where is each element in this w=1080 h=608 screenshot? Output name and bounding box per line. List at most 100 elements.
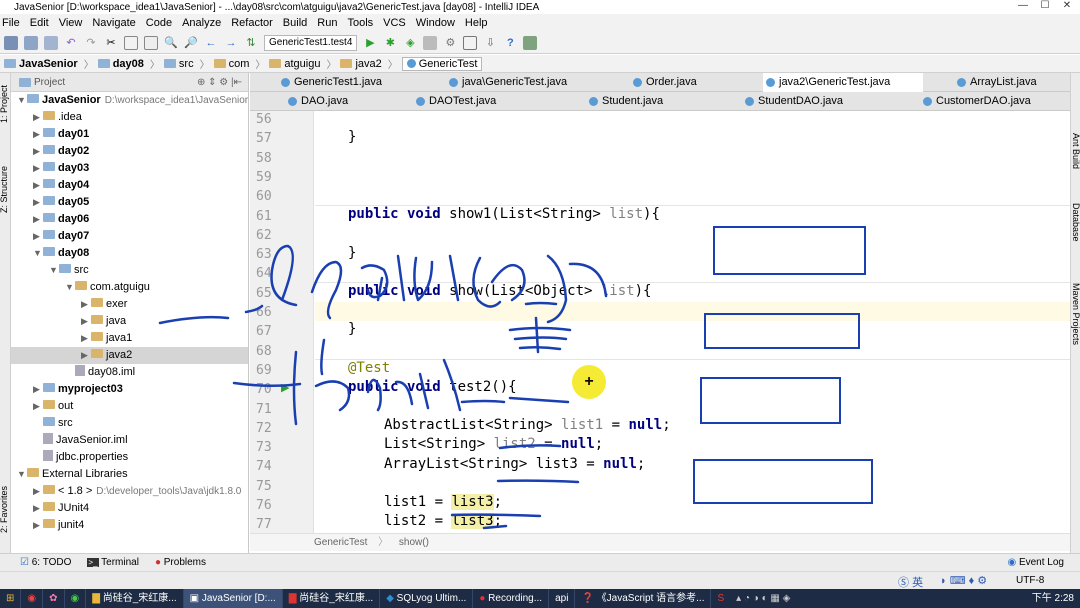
chevron-right-icon[interactable]: ▶ <box>33 143 43 160</box>
chevron-down-icon[interactable]: ▼ <box>49 262 59 279</box>
chevron-right-icon[interactable]: ▶ <box>33 177 43 194</box>
sogou-icon[interactable]: S <box>711 589 730 608</box>
tree-item[interactable]: ▶ day04 <box>11 177 248 194</box>
chevron-right-icon[interactable]: ▶ <box>33 381 43 398</box>
chevron-right-icon[interactable]: ▶ <box>81 313 91 330</box>
crumb-atguigu[interactable]: atguigu 〉 <box>269 56 336 71</box>
tree-item[interactable]: ▶ java2 <box>11 347 248 364</box>
menu-navigate[interactable]: Navigate <box>92 17 135 29</box>
menu-tools[interactable]: Tools <box>347 17 373 29</box>
close-button[interactable]: ✕ <box>1056 0 1078 12</box>
chevron-right-icon[interactable]: ▶ <box>33 228 43 245</box>
tree-item[interactable]: ▶ junit4 <box>11 517 248 534</box>
chevron-right-icon[interactable]: ▶ <box>33 398 43 415</box>
maven-projects-tab[interactable]: Maven Projects <box>1071 283 1080 345</box>
menu-view[interactable]: View <box>59 17 83 29</box>
menu-code[interactable]: Code <box>146 17 172 29</box>
browser-icon[interactable]: ✿ <box>43 589 65 608</box>
crumb-src[interactable]: src 〉 <box>163 56 210 71</box>
sync-icon[interactable] <box>24 35 38 50</box>
task-video-1[interactable]: ▇ 尚硅谷_宋红康... <box>86 589 184 608</box>
crumb-com[interactable]: com 〉 <box>213 56 265 71</box>
stop-icon[interactable] <box>423 35 438 50</box>
minimize-button[interactable]: — <box>1012 0 1034 12</box>
tray-icons[interactable]: ▴ ◔ ◑ ◐ ▦ ◈ <box>730 589 796 608</box>
chrome-alt-icon[interactable]: ◉ <box>65 589 87 608</box>
menu-refactor[interactable]: Refactor <box>231 17 273 29</box>
debug-icon[interactable]: ✱ <box>383 36 397 50</box>
tree-item[interactable]: ▶ day07 <box>11 228 248 245</box>
tree-item[interactable]: ▶ out <box>11 398 248 415</box>
panel-settings-icon[interactable]: ⊕ ⇕ ⚙ |⇤ <box>197 77 242 88</box>
menu-window[interactable]: Window <box>416 17 455 29</box>
tree-item[interactable]: ▶ day06 <box>11 211 248 228</box>
project-structure-icon[interactable] <box>463 35 478 50</box>
chevron-right-icon[interactable]: ▶ <box>33 126 43 143</box>
task-intellij[interactable]: ▣ JavaSenior [D:... <box>183 589 283 608</box>
tree-item[interactable]: ▶ myproject03 <box>11 381 248 398</box>
tree-item[interactable]: ▶ exer <box>11 296 248 313</box>
forward-icon[interactable]: → <box>224 36 238 50</box>
crumb-class-name[interactable]: GenericTest <box>314 537 367 548</box>
encoding-indicator[interactable]: UTF-8 <box>1016 575 1044 586</box>
tab-dao[interactable]: DAO.java <box>285 92 405 111</box>
chevron-down-icon[interactable]: ▼ <box>33 245 43 262</box>
project-tool-tab[interactable]: 1: Project <box>0 85 9 123</box>
run-icon[interactable]: ▶ <box>363 36 377 50</box>
save-all-icon[interactable] <box>4 35 18 50</box>
tree-item[interactable]: ▶ day01 <box>11 126 248 143</box>
chevron-right-icon[interactable]: ▶ <box>81 347 91 364</box>
terminal-tool-button[interactable]: >_ Terminal <box>87 557 139 568</box>
crumb-class[interactable]: GenericTest <box>401 56 483 71</box>
undo-icon[interactable]: ↶ <box>64 36 78 50</box>
tree-item[interactable]: ▼ JavaSenior D:\workspace_idea1\JavaSenior <box>11 92 248 109</box>
tree-item[interactable]: ▼ day08 <box>11 245 248 262</box>
chevron-down-icon[interactable]: ▼ <box>17 92 27 109</box>
chevron-right-icon[interactable]: ▶ <box>81 330 91 347</box>
run-config-select[interactable]: GenericTest1.test4 <box>264 34 358 51</box>
tab-order[interactable]: Order.java <box>630 73 740 92</box>
problems-tool-button[interactable]: ● Problems <box>155 557 206 568</box>
plugin-icon[interactable] <box>523 35 538 50</box>
tree-item[interactable]: ▼ com.atguigu <box>11 279 248 296</box>
copy-icon[interactable] <box>124 35 138 50</box>
tab-java2-generictest[interactable]: java2\GenericTest.java <box>763 73 923 92</box>
tree-item[interactable]: ▶ .idea <box>11 109 248 126</box>
todo-tool-button[interactable]: ☑ 6: TODO <box>20 557 71 568</box>
refresh-icon[interactable] <box>44 35 58 50</box>
redo-icon[interactable]: ↷ <box>84 36 98 50</box>
tree-item[interactable]: ▶ java1 <box>11 330 248 347</box>
task-api[interactable]: api <box>549 589 576 608</box>
chevron-down-icon[interactable]: ▼ <box>17 466 27 483</box>
start-button[interactable]: ⊞ <box>0 589 22 608</box>
ime-indicator[interactable]: Ⓢ 英 <box>898 574 923 590</box>
find-icon[interactable]: 🔍 <box>164 36 178 50</box>
replace-icon[interactable]: 🔎 <box>184 36 198 50</box>
tree-item[interactable]: src <box>11 415 248 432</box>
crumb-project[interactable]: JavaSenior 〉 <box>4 56 94 71</box>
ime-tools-icon[interactable]: ◗ ⌨ ♦ ⚙ <box>940 574 987 587</box>
run-test-gutter-icon[interactable]: ▶ <box>281 381 289 394</box>
structure-tool-tab[interactable]: Z: Structure <box>0 166 9 213</box>
chevron-right-icon[interactable]: ▶ <box>33 160 43 177</box>
clock[interactable]: 下午 2:28 <box>1026 589 1080 608</box>
tab-java-generictest[interactable]: java\GenericTest.java <box>446 73 606 92</box>
menu-vcs[interactable]: VCS <box>383 17 406 29</box>
database-tab[interactable]: Database <box>1071 203 1080 242</box>
menu-analyze[interactable]: Analyze <box>182 17 221 29</box>
chevron-right-icon[interactable]: ▶ <box>33 517 43 534</box>
tab-daotest[interactable]: DAOTest.java <box>413 92 543 111</box>
tree-item[interactable]: ▼ External Libraries <box>11 466 248 483</box>
menu-file[interactable]: File <box>2 17 20 29</box>
crumb-java2[interactable]: java2 〉 <box>340 56 398 71</box>
crumb-module[interactable]: day08 〉 <box>97 56 160 71</box>
menu-help[interactable]: Help <box>465 17 488 29</box>
event-log-button[interactable]: ◉ Event Log <box>1007 557 1064 568</box>
menu-build[interactable]: Build <box>283 17 307 29</box>
coverage-icon[interactable]: ◈ <box>403 36 417 50</box>
chevron-right-icon[interactable]: ▶ <box>33 483 43 500</box>
task-js-reference[interactable]: ❓ 《JavaScript 语言参考... <box>575 589 712 608</box>
back-icon[interactable]: ← <box>204 36 218 50</box>
tree-item[interactable]: jdbc.properties <box>11 449 248 466</box>
favorites-tool-tab[interactable]: 2: Favorites <box>0 486 9 533</box>
